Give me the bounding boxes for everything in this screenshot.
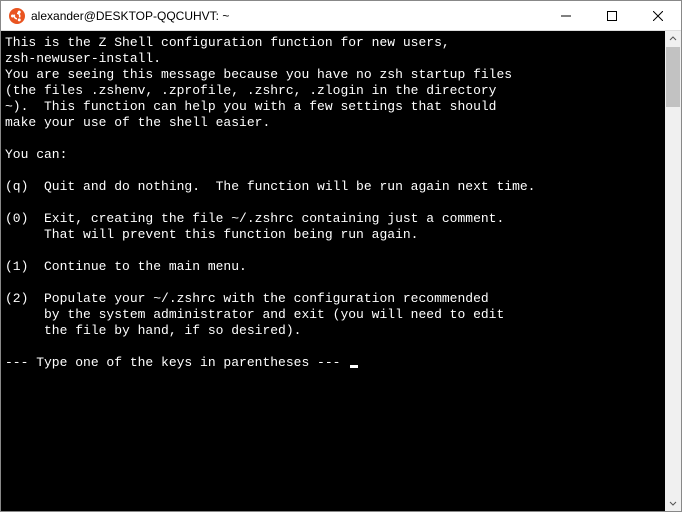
window-titlebar: alexander@DESKTOP-QQCUHVT: ~ (1, 1, 681, 31)
close-button[interactable] (635, 1, 681, 31)
terminal-area: This is the Z Shell configuration functi… (1, 31, 681, 511)
close-icon (653, 11, 663, 21)
maximize-icon (607, 11, 617, 21)
chevron-down-icon (669, 499, 677, 507)
chevron-up-icon (669, 35, 677, 43)
ubuntu-icon (9, 8, 25, 24)
vertical-scrollbar[interactable] (665, 31, 681, 511)
window-title: alexander@DESKTOP-QQCUHVT: ~ (31, 9, 229, 23)
scroll-up-button[interactable] (665, 31, 681, 47)
minimize-icon (561, 11, 571, 21)
scroll-thumb[interactable] (666, 47, 680, 107)
maximize-button[interactable] (589, 1, 635, 31)
terminal-prompt: --- Type one of the keys in parentheses … (5, 355, 348, 370)
terminal-text: This is the Z Shell configuration functi… (5, 35, 536, 338)
terminal-output[interactable]: This is the Z Shell configuration functi… (1, 31, 665, 511)
minimize-button[interactable] (543, 1, 589, 31)
cursor-icon (350, 365, 358, 368)
scroll-down-button[interactable] (665, 495, 681, 511)
